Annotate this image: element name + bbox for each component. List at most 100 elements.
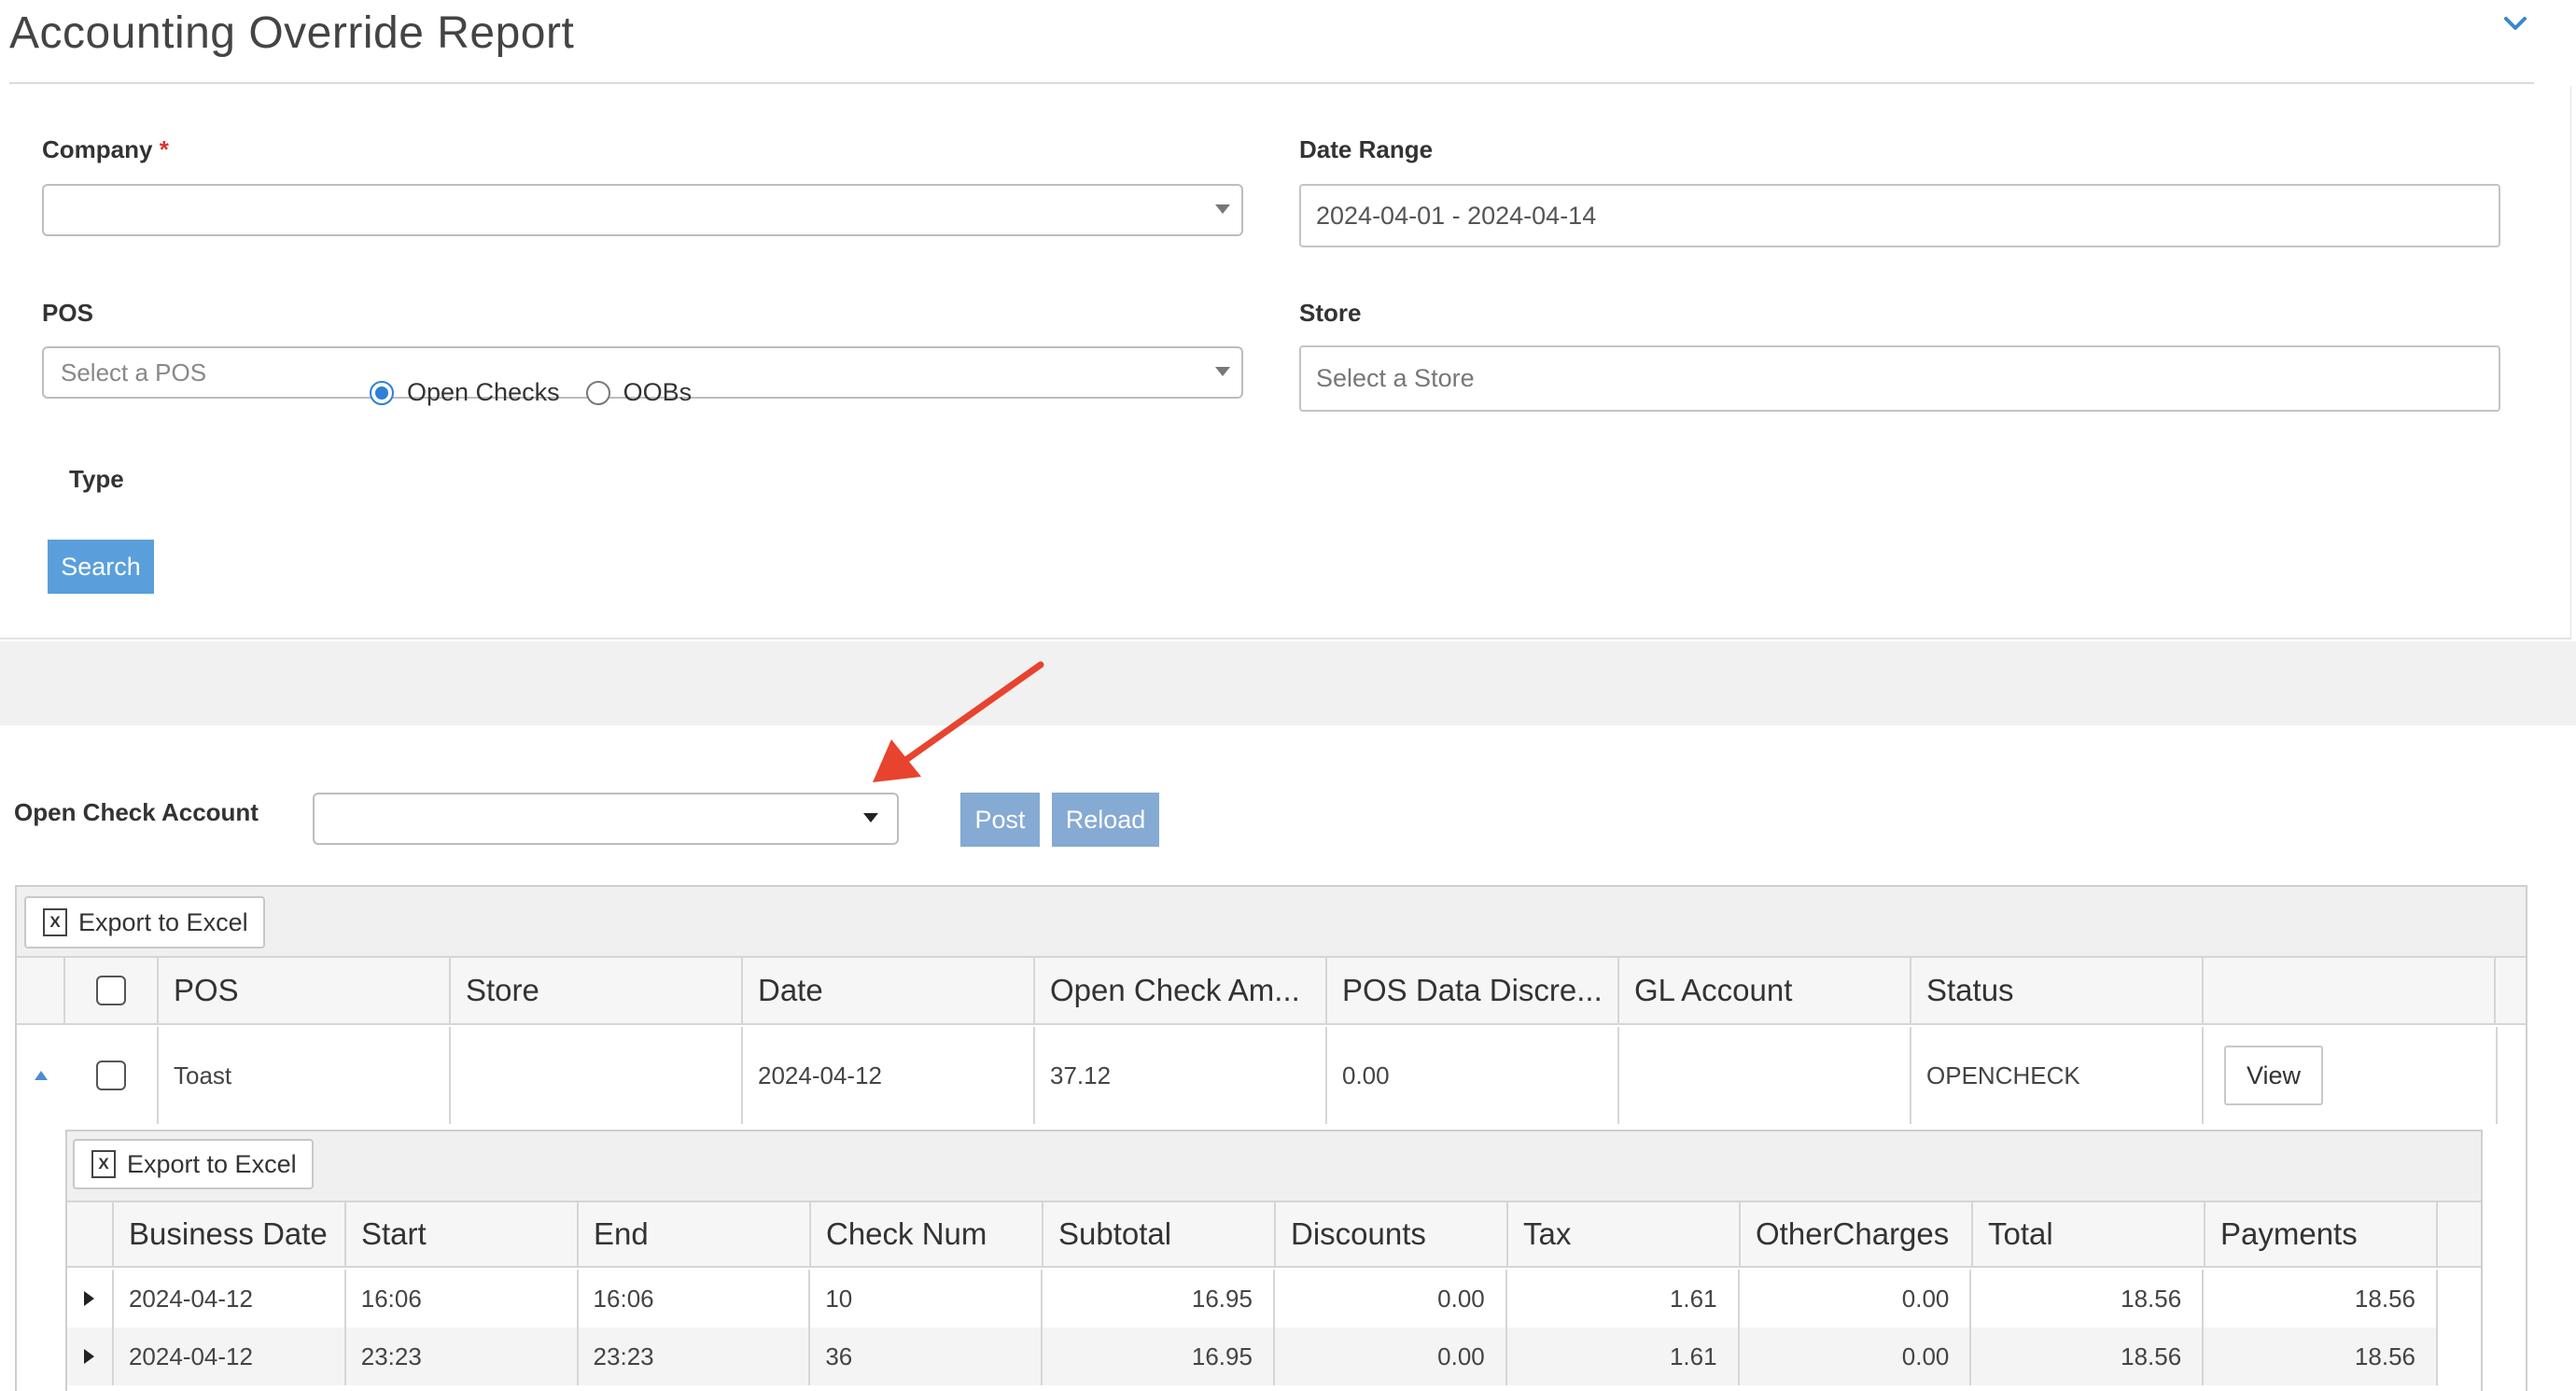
check-detail-grid: X Export to Excel Business Date Start En…	[65, 1130, 2483, 1391]
select-all-checkbox[interactable]	[96, 976, 126, 1005]
radio-open-checks-label[interactable]: Open Checks	[407, 378, 560, 407]
column-header-date[interactable]: Date	[743, 958, 1035, 1023]
column-header-open-check-amount[interactable]: Open Check Am...	[1035, 958, 1327, 1023]
detail-column-business-date[interactable]: Business Date	[114, 1202, 346, 1266]
open-check-account-select[interactable]	[313, 793, 899, 845]
search-button[interactable]: Search	[48, 540, 154, 594]
cell-payments: 18.56	[2354, 1284, 2415, 1313]
cell-check-num: 10	[810, 1270, 1043, 1328]
pos-select-placeholder: Select a POS	[61, 358, 207, 386]
column-header-actions	[2204, 958, 2496, 1023]
export-to-excel-button[interactable]: X Export to Excel	[24, 896, 265, 948]
cell-business-date: 2024-04-12	[114, 1270, 346, 1328]
caret-down-icon	[1215, 204, 1230, 214]
expand-row-icon[interactable]	[84, 1291, 95, 1306]
cell-end: 23:23	[579, 1328, 811, 1385]
grid-toolbar: X Export to Excel	[17, 887, 2526, 958]
type-radio-group: Open Checks OOBs	[370, 378, 718, 407]
detail-column-othercharges[interactable]: OtherCharges	[1741, 1202, 1973, 1266]
pos-label: POS	[42, 299, 93, 327]
table-row[interactable]: 2024-04-12 23:23 23:23 36 16.95 0.00 1.6…	[67, 1328, 2438, 1385]
date-range-input[interactable]: 2024-04-01 - 2024-04-14	[1299, 184, 2500, 247]
column-header-gl-account[interactable]: GL Account	[1619, 958, 1911, 1023]
column-header-store[interactable]: Store	[451, 958, 743, 1023]
radio-oobs-label[interactable]: OOBs	[623, 378, 693, 407]
expand-row-icon[interactable]	[84, 1349, 95, 1364]
detail-column-payments[interactable]: Payments	[2205, 1202, 2438, 1266]
post-button[interactable]: Post	[960, 793, 1040, 847]
cell-subtotal: 16.95	[1043, 1328, 1275, 1385]
caret-down-icon	[1215, 367, 1230, 376]
cell-date: 2024-04-12	[743, 1027, 1035, 1124]
excel-icon: X	[43, 908, 67, 936]
cell-check-num: 36	[810, 1328, 1043, 1385]
section-separator	[0, 641, 2576, 725]
collapse-row-icon[interactable]	[35, 1071, 48, 1080]
table-row[interactable]: Toast 2024-04-12 37.12 0.00 OPENCHECK Vi…	[17, 1027, 2498, 1124]
header-scroll-spacer	[2496, 958, 2526, 1023]
open-check-account-label: Open Check Account	[14, 798, 259, 826]
caret-down-icon	[863, 813, 878, 822]
radio-oobs[interactable]	[585, 380, 610, 405]
table-row[interactable]: 2024-04-12 16:06 16:06 10 16.95 0.00 1.6…	[67, 1270, 2438, 1328]
cell-tax: 1.61	[1507, 1328, 1740, 1385]
cell-total: 18.56	[1971, 1270, 2205, 1328]
cell-gl-account	[1619, 1027, 1911, 1124]
detail-export-to-excel-button[interactable]: X Export to Excel	[73, 1139, 314, 1189]
detail-export-label: Export to Excel	[127, 1149, 297, 1178]
detail-column-discounts[interactable]: Discounts	[1276, 1202, 1508, 1266]
detail-column-subtotal[interactable]: Subtotal	[1043, 1202, 1276, 1266]
cell-start: 16:06	[346, 1270, 579, 1328]
detail-column-total[interactable]: Total	[1973, 1202, 2205, 1266]
cell-store	[451, 1027, 743, 1124]
cell-total: 18.56	[1971, 1328, 2205, 1385]
cell-discounts: 0.00	[1275, 1328, 1507, 1385]
store-label: Store	[1299, 299, 1362, 327]
company-select[interactable]	[42, 184, 1243, 236]
annotation-arrow-icon	[873, 661, 1044, 782]
detail-column-check-num[interactable]: Check Num	[811, 1202, 1043, 1266]
reload-button[interactable]: Reload	[1052, 793, 1159, 847]
cell-othercharges: 0.00	[1740, 1328, 1972, 1385]
detail-header-row: Business Date Start End Check Num Subtot…	[67, 1202, 2481, 1268]
row-expander-cell[interactable]	[17, 1027, 65, 1124]
row-checkbox[interactable]	[96, 1061, 126, 1090]
column-header-pos[interactable]: POS	[159, 958, 451, 1023]
required-marker: *	[159, 135, 169, 163]
detail-header-scroll-spacer	[2438, 1202, 2464, 1266]
column-header-pos-data-discrepancy[interactable]: POS Data Discre...	[1327, 958, 1619, 1023]
detail-header-expander-cell	[67, 1202, 114, 1266]
grid-header-row: POS Store Date Open Check Am... POS Data…	[17, 958, 2526, 1025]
cell-pos: Toast	[159, 1027, 451, 1124]
cell-tax: 1.61	[1507, 1270, 1740, 1328]
detail-column-end[interactable]: End	[579, 1202, 811, 1266]
header-select-cell	[65, 958, 159, 1023]
detail-grid-toolbar: X Export to Excel	[67, 1131, 2481, 1202]
cell-subtotal: 16.95	[1043, 1270, 1275, 1328]
export-label: Export to Excel	[78, 907, 248, 936]
column-header-status[interactable]: Status	[1911, 958, 2204, 1023]
cell-discounts: 0.00	[1275, 1270, 1507, 1328]
view-button[interactable]: View	[2224, 1046, 2323, 1105]
detail-column-start[interactable]: Start	[346, 1202, 579, 1266]
detail-column-tax[interactable]: Tax	[1508, 1202, 1741, 1266]
page-header: Accounting Override Report	[9, 0, 2534, 84]
cell-start: 23:23	[346, 1328, 579, 1385]
cell-othercharges: 0.00	[1740, 1270, 1972, 1328]
company-label: Company *	[42, 135, 169, 164]
cell-status: OPENCHECK	[1911, 1027, 2204, 1124]
radio-open-checks[interactable]	[370, 380, 394, 405]
row-select-cell	[65, 1027, 159, 1124]
date-range-label: Date Range	[1299, 135, 1434, 163]
company-label-text: Company	[42, 135, 153, 163]
detail-row-expander-cell[interactable]	[67, 1328, 114, 1385]
store-input[interactable]: Select a Store	[1299, 345, 2500, 412]
cell-end: 16:06	[579, 1270, 811, 1328]
type-label: Type	[69, 465, 124, 493]
chevron-down-icon[interactable]	[2497, 6, 2534, 43]
excel-icon: X	[91, 1150, 116, 1178]
cell-payments: 18.56	[2354, 1342, 2415, 1370]
cell-actions: View	[2204, 1027, 2496, 1124]
detail-row-expander-cell[interactable]	[67, 1270, 114, 1328]
page-title: Accounting Override Report	[9, 8, 575, 58]
